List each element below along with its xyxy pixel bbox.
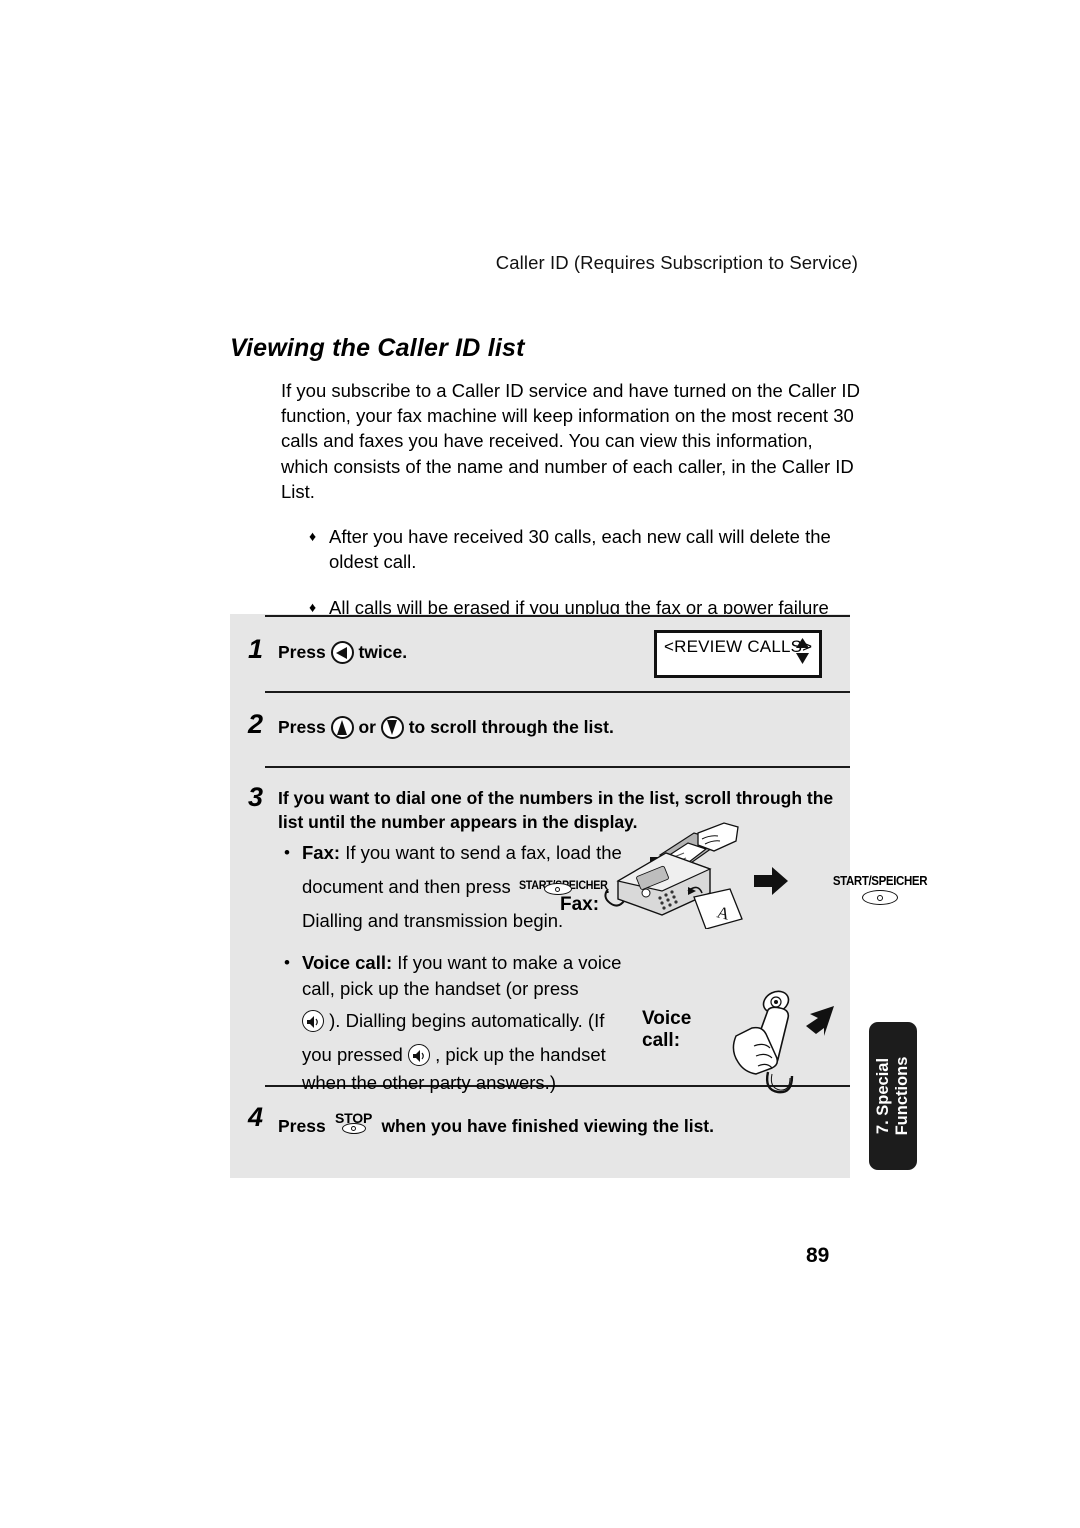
diamond-bullet-icon: ♦ bbox=[309, 528, 317, 545]
fax-start-key-icon: START/SPEICHER bbox=[828, 874, 932, 905]
divider bbox=[265, 691, 850, 693]
step-4-tail-label: when you have finished viewing the list. bbox=[381, 1116, 714, 1136]
step-4-number: 4 bbox=[248, 1102, 264, 1132]
step-2-press-label: Press bbox=[278, 717, 326, 737]
left-arrow-key-icon[interactable] bbox=[330, 641, 354, 664]
page-title: Viewing the Caller ID list bbox=[230, 334, 525, 362]
bullet-dot-icon: • bbox=[284, 953, 290, 972]
down-arrow-key-icon[interactable] bbox=[380, 716, 404, 739]
step-2-text: Press or to scroll through the list. bbox=[278, 715, 614, 739]
voice-line-3-after: ). Dialling begins automatically. (If bbox=[329, 1010, 605, 1031]
divider bbox=[265, 766, 850, 768]
intro-paragraph: If you subscribe to a Caller ID service … bbox=[281, 380, 860, 502]
voice-line-4-before: you pressed bbox=[302, 1044, 403, 1065]
fax-machine-illustration: A bbox=[604, 822, 788, 929]
voice-call-label: Voice call: bbox=[302, 952, 393, 973]
divider bbox=[265, 615, 850, 617]
speaker-key-icon[interactable] bbox=[302, 1010, 324, 1032]
lcd-scroll-arrows-icon bbox=[796, 638, 809, 664]
speaker-key-icon[interactable] bbox=[407, 1044, 430, 1066]
voice-instruction-line3: ). Dialling begins automatically. (If bbox=[302, 1004, 647, 1038]
step-1-text: Press twice. bbox=[278, 640, 407, 664]
voice-instruction-line5: when the other party answers.) bbox=[302, 1072, 556, 1093]
voice-line-4-after: , pick up the handset bbox=[435, 1044, 606, 1065]
fax-label: Fax: bbox=[302, 842, 341, 863]
bullet-dot-icon: • bbox=[284, 843, 290, 862]
up-arrow-key-icon[interactable] bbox=[330, 716, 354, 739]
voice-line-1: If you want to make a voice bbox=[397, 952, 622, 973]
lcd-display: <REVIEW CALLS> bbox=[654, 630, 822, 678]
procedure-panel: 1 Press twice. <REVIEW CALLS> 2 Press or… bbox=[230, 614, 928, 1178]
step-4-text: Press STOP when you have finished viewin… bbox=[278, 1109, 714, 1138]
list-item-label: After you have received 30 calls, each n… bbox=[329, 526, 831, 573]
running-head: Caller ID (Requires Subscription to Serv… bbox=[495, 252, 858, 273]
step-3-number: 3 bbox=[248, 782, 264, 812]
step-1-tail-label: twice. bbox=[358, 642, 408, 662]
step-2-tail-label: to scroll through the list. bbox=[408, 717, 614, 737]
step-2-or-label: or bbox=[358, 717, 376, 737]
fax-illustration-caption: Fax: bbox=[560, 894, 600, 915]
lcd-display-text: <REVIEW CALLS> bbox=[664, 637, 813, 656]
fax-line-2-before: document and then press bbox=[302, 876, 511, 897]
chapter-side-tab: 7. Special Functions bbox=[869, 1022, 917, 1170]
chapter-side-tab-label: 7. Special Functions bbox=[874, 1056, 911, 1136]
handset-illustration bbox=[732, 990, 834, 1094]
step-1-press-label: Press bbox=[278, 642, 326, 662]
step-1-number: 1 bbox=[248, 634, 264, 664]
step-4-press-label: Press bbox=[278, 1116, 326, 1136]
voice-illustration-caption: Voice call: bbox=[642, 1008, 692, 1051]
step-2-number: 2 bbox=[248, 709, 264, 739]
fax-line-1: If you want to send a fax, load the bbox=[345, 842, 622, 863]
voice-instruction-line2: call, pick up the handset (or press bbox=[302, 978, 579, 999]
stop-key-icon[interactable]: STOP bbox=[331, 1109, 377, 1137]
list-item: ♦ After you have received 30 calls, each… bbox=[309, 524, 861, 574]
fax-instruction: • Fax: If you want to send a fax, load t… bbox=[284, 836, 632, 870]
page-number: 89 bbox=[806, 1244, 830, 1267]
